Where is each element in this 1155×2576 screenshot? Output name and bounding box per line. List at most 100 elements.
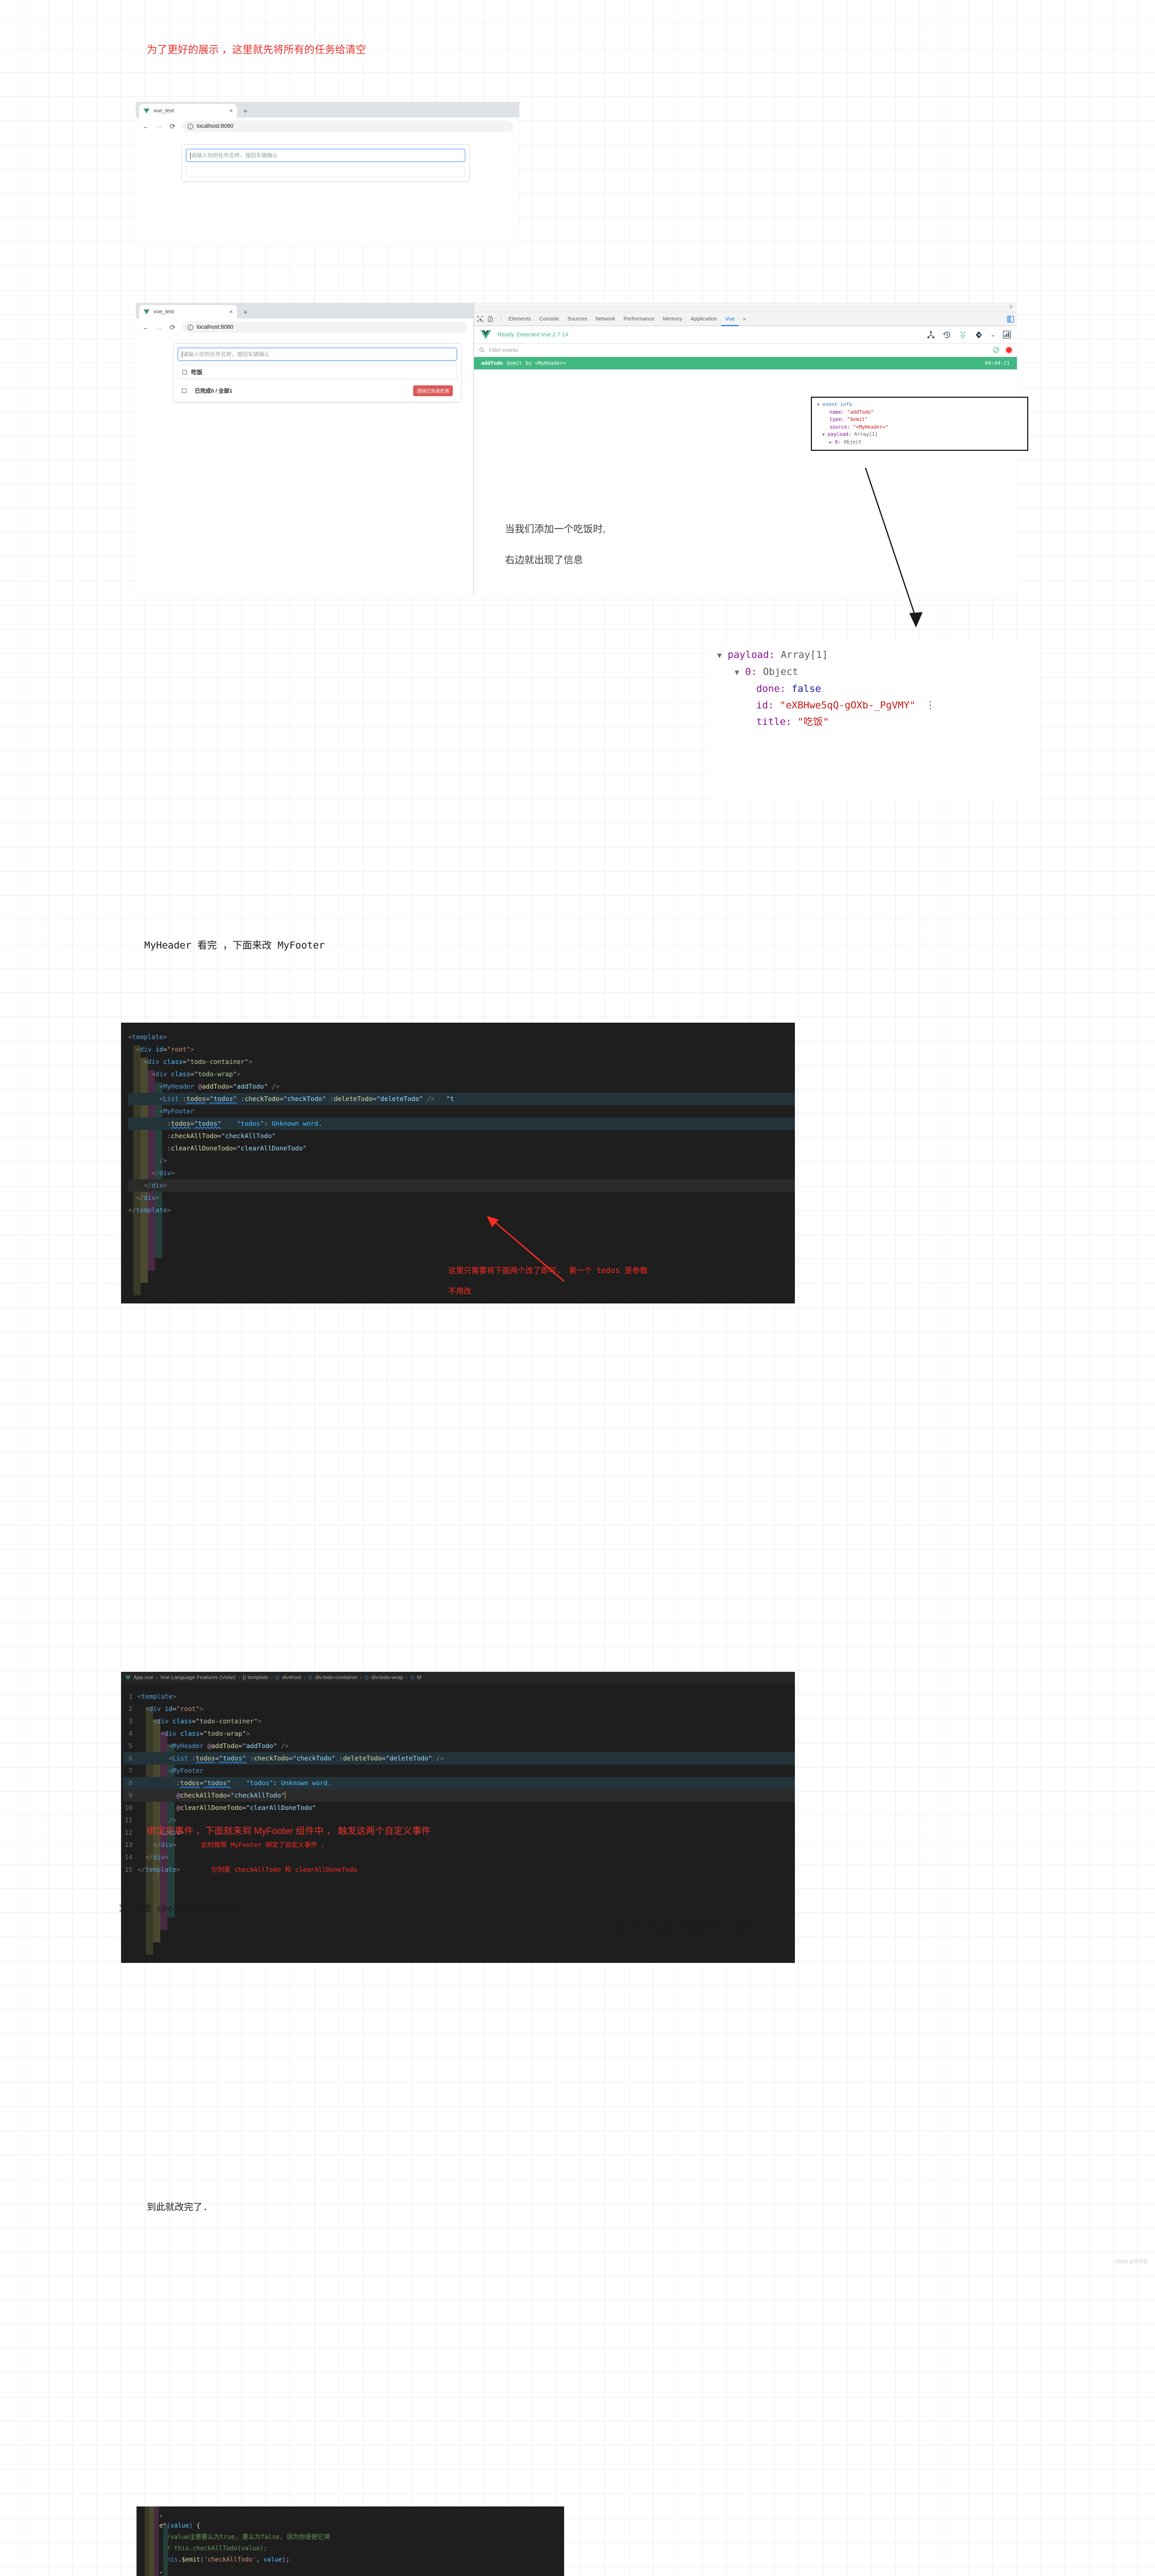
code-line: :checkAllTodo="checkAllTodo" (167, 1132, 276, 1140)
event-time: 09:44:11 (984, 360, 1010, 366)
payload-done-key: done: (756, 683, 786, 694)
event-info-name-value: "addTodo" (847, 409, 874, 415)
tab-console[interactable]: Console (535, 312, 564, 326)
tab-vue[interactable]: Vue (721, 312, 739, 326)
new-tab-icon[interactable]: + (243, 308, 248, 317)
payload-title-value: "吃饭" (797, 716, 829, 727)
tab-performance[interactable]: Performance (619, 312, 658, 326)
forward-icon[interactable]: → (156, 323, 163, 331)
close-icon[interactable]: × (229, 308, 233, 315)
triangle-right-icon[interactable]: ▶ (829, 440, 832, 445)
tab-application[interactable]: Application (686, 312, 721, 326)
address-bar[interactable]: i localhost:8080 (182, 121, 513, 132)
inspect-element-icon[interactable] (477, 316, 487, 322)
vue-logo-icon (143, 108, 150, 114)
payload-title-key: title: (756, 716, 792, 727)
forward-icon[interactable]: → (156, 122, 163, 130)
event-info-source-row: source: "<MyHeader>" (817, 424, 1022, 432)
events-grid-icon[interactable] (959, 331, 967, 339)
event-info-payload-row[interactable]: ▼ payload: Array[1] (817, 431, 1022, 439)
payload-index-row[interactable]: ▼ 0: Object (717, 664, 1032, 681)
tab-memory[interactable]: Memory (658, 312, 686, 326)
line-number: 15 (124, 1866, 132, 1873)
reload-icon[interactable]: ⟳ (169, 323, 176, 332)
payload-row[interactable]: ▼ payload: Array[1] (717, 647, 1032, 664)
search-icon[interactable]: ⚲ (1009, 304, 1013, 310)
component-tree-icon[interactable] (927, 331, 935, 339)
breadcrumb-item-wrap[interactable]: div.todo-wrap (371, 1674, 403, 1681)
code-line: }, (156, 2511, 163, 2518)
device-toolbar-icon[interactable] (487, 316, 498, 322)
payload-id-key: id: (756, 700, 774, 711)
devtools-tabbar: Elements Console Sources Network Perform… (474, 312, 1017, 326)
code2-annotation-line1: 此时就帮 MyFooter 绑定了自定义事件 ， (201, 1841, 328, 1849)
event-type: $emit (506, 360, 522, 366)
site-info-icon[interactable]: i (188, 324, 193, 330)
element-icon: ◇ (364, 1674, 369, 1681)
indent-guide (145, 2506, 149, 2576)
payload-id-row: id: "eXBHwe5qQ-gOXb-_PgVMY" ⋮ (717, 697, 1032, 714)
url-text: localhost:8080 (197, 123, 233, 129)
line-number: 13 (124, 1841, 132, 1849)
breadcrumb-item-container[interactable]: div.todo-container (315, 1674, 358, 1681)
watermark: CSDN @学不完 (1114, 2259, 1148, 2264)
line-number: 8 (128, 1779, 132, 1787)
todo-input-2[interactable]: 请输入你的任务名称，按回车键确认 (178, 348, 457, 361)
breadcrumb-item-file[interactable]: App.vue (133, 1674, 154, 1681)
breadcrumb-item-template[interactable]: {} template (243, 1674, 268, 1681)
new-tab-icon[interactable]: + (243, 107, 248, 116)
todo-list-2: 吃饭 (178, 365, 457, 379)
code2-annotation-line2: 分别是 checkAllTodo 和 clearAllDoneTodo (211, 1866, 358, 1873)
reload-icon[interactable]: ⟳ (169, 122, 176, 131)
timeline-history-icon[interactable] (943, 331, 951, 339)
browser2-tab[interactable]: vue_test × (139, 305, 237, 318)
more-tabs-icon[interactable]: » (739, 312, 750, 326)
event-info-header-row[interactable]: ▼ event info (817, 401, 1022, 409)
vue-panel-header: Ready. Detected Vue 2.7.14. ⌄ (474, 326, 1017, 344)
callout-arrow (864, 467, 923, 628)
tab-elements[interactable]: Elements (504, 312, 535, 326)
clear-completed-button[interactable]: 清除已完成任务 (413, 385, 453, 396)
checkbox-icon[interactable] (182, 369, 187, 375)
site-info-icon[interactable]: i (188, 123, 193, 129)
event-info-payload-value: Array[1] (854, 432, 878, 437)
address-bar[interactable]: i localhost:8080 (182, 321, 467, 333)
record-events-icon[interactable] (1006, 347, 1012, 353)
browser1-tab[interactable]: vue_test × (139, 104, 237, 117)
triangle-down-icon[interactable]: ▼ (817, 402, 820, 407)
routing-icon[interactable] (975, 331, 983, 339)
triangle-down-icon[interactable]: ▼ (717, 651, 722, 660)
settings-chart-icon[interactable] (1003, 331, 1011, 338)
clear-events-icon[interactable] (993, 347, 999, 353)
tab-network[interactable]: Network (591, 312, 620, 326)
back-icon[interactable]: ← (142, 323, 149, 331)
todo-input-placeholder-1: 请输入你的任务名称，按回车键确认 (191, 152, 278, 159)
tab-sources[interactable]: Sources (563, 312, 591, 326)
line-number: 7 (128, 1767, 132, 1774)
todo-input-1[interactable]: 请输入你的任务名称，按回车键确认 (186, 149, 465, 162)
vue-logo-icon (125, 1675, 131, 1680)
breadcrumb-item-root[interactable]: div#root (282, 1674, 301, 1681)
back-icon[interactable]: ← (142, 122, 149, 130)
payload-done-row: done: false (717, 681, 1032, 697)
code-line: 9 @checkAllTodo="checkAllTodo" (123, 1789, 795, 1802)
breadcrumb-item-last[interactable]: M (417, 1674, 421, 1681)
myheader-done-note: MyHeader 看完 ，下面来改 MyFooter (144, 940, 325, 951)
payload-detail-box: ▼ payload: Array[1] ▼ 0: Object done: fa… (710, 641, 1040, 801)
event-list-row[interactable]: addTodo $emit by <MyHeader> 09:44:11 (474, 357, 1017, 369)
panel-layout-icon[interactable] (1007, 315, 1014, 323)
kebab-menu-icon[interactable]: ⋮ (925, 700, 935, 711)
event-info-item-key: 0: (835, 439, 841, 445)
todo-list-item[interactable]: 吃饭 (178, 365, 456, 379)
code-block-2: App.vue › Vue Language Features (Volar) … (121, 1672, 795, 1963)
chevron-down-icon[interactable]: ⌄ (991, 331, 995, 338)
triangle-down-icon[interactable]: ▼ (822, 432, 825, 437)
close-icon[interactable]: × (229, 107, 233, 114)
check-all-checkbox[interactable] (182, 388, 186, 393)
triangle-down-icon[interactable]: ▼ (735, 668, 739, 677)
breadcrumb-item-volar[interactable]: Vue Language Features (Volar) (160, 1674, 235, 1681)
event-info-item-row[interactable]: ▶ 0: Object (817, 439, 1022, 447)
filter-events-input[interactable]: Filter events (489, 347, 518, 353)
code-line: 13 </div> 此时就帮 MyFooter 绑定了自定义事件 ， (123, 1839, 795, 1851)
code-block-1: <template> <div id="root"> <div class="t… (121, 1023, 795, 1303)
